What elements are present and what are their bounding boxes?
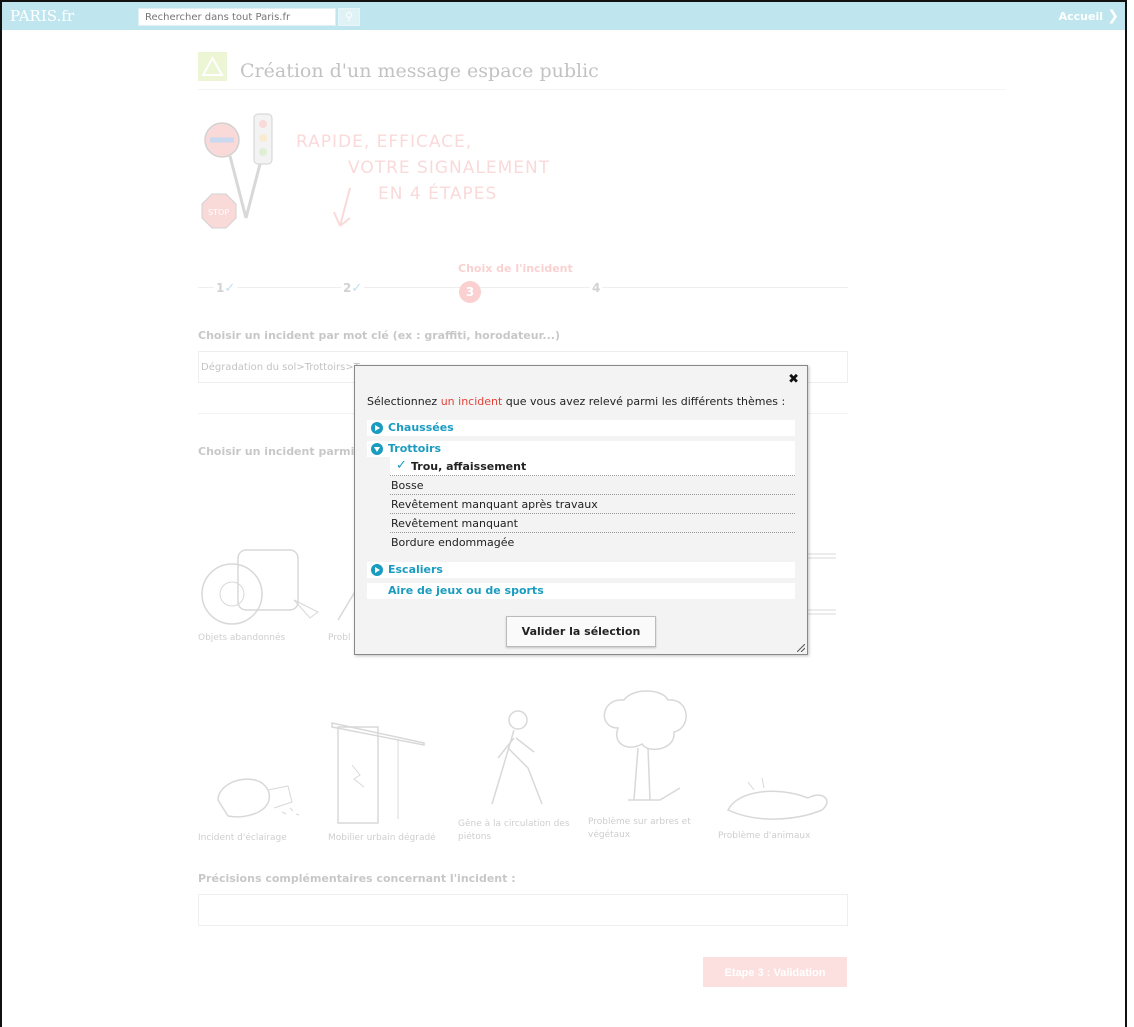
category-circulation-pietons[interactable]: Gêne à la circulation des piétons [458, 708, 578, 844]
theme-chaussees[interactable]: Chaussées [367, 420, 795, 436]
fence-fragment-icon [808, 553, 836, 615]
incident-selection-dialog: ✖ Sélectionnez un incident que vous avez… [354, 365, 808, 655]
theme-trottoirs[interactable]: Trottoirs [367, 441, 795, 457]
divider [198, 89, 1006, 90]
slogan-line-3: EN 4 ÉTAPES [378, 184, 498, 204]
incident-item-trou-affaissement[interactable]: ✓ Trou, affaissement [390, 457, 795, 476]
slogan-line-2: VOTRE SIGNALEMENT [348, 158, 551, 178]
check-icon: ✓ [224, 281, 236, 296]
theme-label: Choisir un incident parmi [198, 445, 355, 458]
validate-selection-button[interactable]: Valider la sélection [506, 616, 656, 647]
collapse-arrow-icon [371, 443, 383, 455]
next-step-button[interactable]: Etape 3 : Validation [703, 957, 847, 987]
top-bar: PARIS.fr ⚲ Accueil ❯ [2, 2, 1125, 30]
precisions-textarea[interactable] [198, 894, 848, 926]
page-title: Création d'un message espace public [240, 60, 599, 82]
category-eclairage[interactable]: Incident d'éclairage [198, 760, 318, 845]
slogan-line-1: RAPIDE, EFFICACE, [296, 132, 473, 152]
resize-handle-icon[interactable] [797, 644, 805, 652]
tree-icon [603, 690, 687, 801]
incident-item-revetement-manquant[interactable]: Revêtement manquant [390, 514, 795, 533]
home-arrow-icon[interactable]: ❯ [1107, 8, 1119, 24]
expand-arrow-icon [371, 422, 383, 434]
bus-shelter-icon [331, 722, 425, 824]
category-mobilier-urbain[interactable]: Mobilier urbain dégradé [328, 715, 448, 845]
theme-escaliers[interactable]: Escaliers [367, 562, 795, 578]
search-box: ⚲ [138, 8, 360, 26]
broken-bulb-icon [217, 778, 300, 818]
incident-item-revetement-apres-travaux[interactable]: Revêtement manquant après travaux [390, 495, 795, 514]
dialog-intro: Sélectionnez un incident que vous avez r… [367, 395, 786, 408]
theme-aire-de-jeux[interactable]: Aire de jeux ou de sports [367, 583, 795, 599]
keyword-label: Choisir un incident par mot clé (ex : gr… [198, 329, 560, 342]
category-animaux[interactable]: Problème d'animaux [718, 770, 838, 843]
step-4: 4 [590, 281, 603, 295]
step-1: 1✓ [214, 281, 238, 296]
current-step-label: Choix de l'incident [458, 262, 573, 275]
check-icon: ✓ [396, 458, 407, 473]
search-icon[interactable]: ⚲ [338, 8, 360, 26]
incident-item-bosse[interactable]: Bosse [390, 476, 795, 495]
precisions-label: Précisions complémentaires concernant l'… [198, 872, 516, 885]
abandoned-objects-icon [201, 549, 319, 625]
search-input[interactable] [138, 8, 336, 26]
home-link[interactable]: Accueil [1059, 10, 1103, 23]
step-3-current: 3 [459, 281, 481, 303]
check-icon: ✓ [351, 281, 363, 296]
category-objets-abandonnes[interactable]: Objets abandonnés [198, 540, 319, 645]
close-icon[interactable]: ✖ [788, 372, 799, 387]
dead-animal-icon [726, 777, 828, 820]
expand-arrow-icon [371, 564, 383, 576]
paris-logo[interactable]: PARIS.fr [10, 7, 74, 25]
pedestrian-icon [491, 710, 543, 805]
steps-line [198, 287, 848, 288]
svg-text:STOP: STOP [208, 208, 229, 217]
warning-icon [198, 52, 227, 81]
incident-item-bordure-endommagee[interactable]: Bordure endommagée [390, 533, 795, 551]
step-2: 2✓ [341, 281, 365, 296]
category-arbres-vegetaux[interactable]: Problème sur arbres et végétaux [588, 688, 708, 842]
